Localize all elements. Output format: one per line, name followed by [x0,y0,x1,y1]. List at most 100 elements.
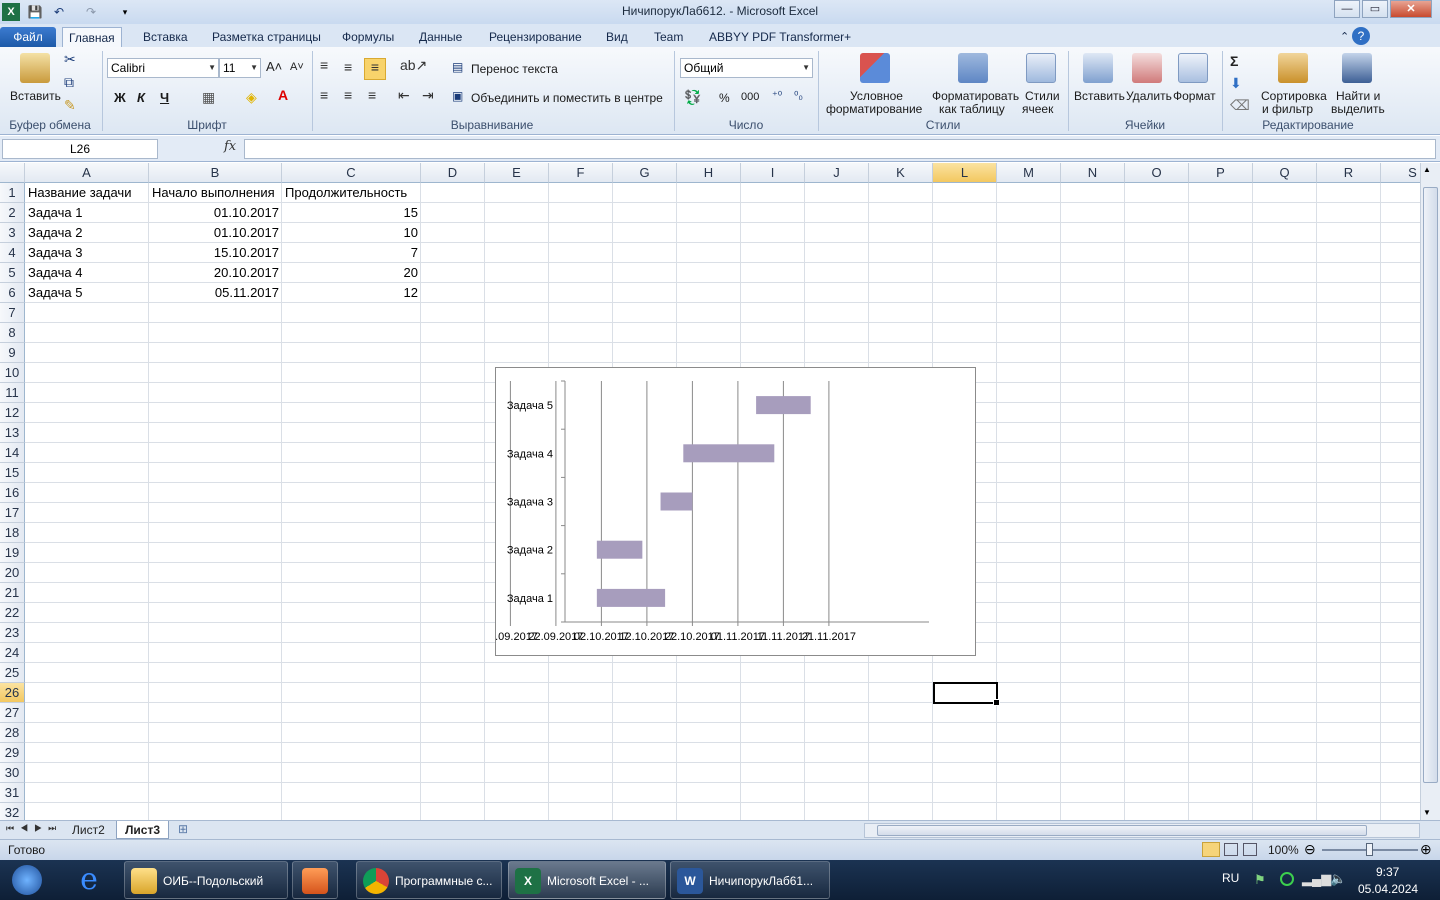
column-header-s[interactable]: S [1381,163,1420,183]
name-box[interactable]: L26 [2,139,158,159]
sheet-tab-list3[interactable]: Лист3 [116,821,170,839]
decrease-indent-icon[interactable]: ⇤ [398,87,410,104]
row-header-17[interactable]: 17 [0,503,25,523]
copy-icon[interactable]: ⧉ [64,74,74,91]
gantt-chart[interactable]: 02.09.201712.09.201722.09.201702.10.2017… [495,367,976,656]
normal-view-icon[interactable] [1202,842,1220,857]
row-header-16[interactable]: 16 [0,483,25,503]
format-cells-button[interactable]: Формат [1173,89,1216,103]
borders-icon[interactable]: ▦ [202,89,215,106]
column-header-r[interactable]: R [1317,163,1381,183]
taskbar-item-chrome[interactable]: Программные с... [356,861,502,899]
row-header-21[interactable]: 21 [0,583,25,603]
tab-review[interactable]: Рецензирование [483,27,588,47]
vertical-scrollbar[interactable]: ▲ ▼ [1420,163,1440,820]
delete-cells-icon[interactable] [1132,53,1162,83]
page-layout-view-icon[interactable] [1224,843,1238,856]
font-color-icon[interactable]: A [278,87,288,103]
antivirus-icon[interactable] [1280,872,1294,886]
align-left-icon[interactable]: ≡ [320,87,328,103]
page-break-view-icon[interactable] [1243,843,1257,856]
select-all-corner[interactable] [0,163,25,183]
row-header-31[interactable]: 31 [0,783,25,803]
tab-home[interactable]: Главная [62,27,122,47]
wrap-text-button[interactable]: Перенос текста [471,62,558,76]
horizontal-scroll-thumb[interactable] [877,825,1367,836]
vertical-scroll-thumb[interactable] [1423,187,1438,783]
underline-button[interactable]: Ч [160,90,169,105]
internet-explorer-icon[interactable]: e [72,864,106,896]
zoom-in-icon[interactable]: ⊕ [1420,841,1432,858]
column-header-h[interactable]: H [677,163,741,183]
row-header-13[interactable]: 13 [0,423,25,443]
taskbar-item-media[interactable] [292,861,338,899]
new-sheet-icon[interactable]: ⊞ [178,822,188,836]
start-button[interactable] [4,861,50,899]
row-header-10[interactable]: 10 [0,363,25,383]
taskbar-item-folder[interactable]: ОИБ--Подольский [124,861,288,899]
cell-b5[interactable]: 20.10.2017 [149,263,282,283]
merge-center-button[interactable]: Объединить и поместить в центре [471,91,663,105]
insert-cells-icon[interactable] [1083,53,1113,83]
cell-styles-label1[interactable]: Стили [1025,89,1060,103]
paste-button[interactable]: Вставить [10,89,61,103]
row-header-7[interactable]: 7 [0,303,25,323]
minimize-button[interactable]: — [1334,0,1360,18]
zoom-out-icon[interactable]: ⊖ [1304,841,1316,858]
selected-cell-L26[interactable] [933,682,1000,706]
format-as-table-label1[interactable]: Форматировать [932,89,1019,103]
italic-button[interactable]: К [137,90,145,105]
tab-abbyy[interactable]: ABBYY PDF Transformer+ [703,27,857,47]
clear-icon[interactable]: ⌫ [1230,97,1250,114]
formula-input[interactable] [244,139,1436,159]
column-header-a[interactable]: A [25,163,149,183]
cell-b1[interactable]: Начало выполнения [149,183,282,203]
column-header-c[interactable]: C [282,163,421,183]
fill-icon[interactable]: ⬇ [1230,75,1242,92]
sheet-tab-list2[interactable]: Лист2 [64,821,113,839]
align-bottom-icon[interactable]: ≡ [364,58,386,80]
column-header-d[interactable]: D [421,163,485,183]
network-icon[interactable]: ⚑ [1254,872,1266,888]
column-header-b[interactable]: B [149,163,282,183]
wrap-text-icon[interactable]: ▤ [452,60,463,74]
column-header-q[interactable]: Q [1253,163,1317,183]
cell-a6[interactable]: Задача 5 [25,283,149,303]
row-header-15[interactable]: 15 [0,463,25,483]
sheet-nav-icon[interactable]: ⏮◀▶⏭ [6,823,62,834]
tab-view[interactable]: Вид [600,27,634,47]
tab-data[interactable]: Данные [413,27,468,47]
tab-formulas[interactable]: Формулы [336,27,400,47]
sort-filter-label1[interactable]: Сортировка [1261,89,1327,103]
close-button[interactable]: ✕ [1390,0,1432,18]
column-header-p[interactable]: P [1189,163,1253,183]
cell-styles-icon[interactable] [1026,53,1056,83]
horizontal-scrollbar[interactable] [864,823,1420,838]
increase-indent-icon[interactable]: ⇥ [422,87,434,104]
cell-c2[interactable]: 15 [282,203,421,223]
column-header-l[interactable]: L [933,163,997,183]
row-header-28[interactable]: 28 [0,723,25,743]
decrease-decimal-icon[interactable]: ⁰₀ [794,89,803,102]
orientation-icon[interactable]: ab↗ [400,57,427,74]
align-top-icon[interactable]: ≡ [320,57,328,73]
cut-icon[interactable]: ✂ [64,51,76,68]
help-icon[interactable]: ? [1352,27,1370,45]
row-header-32[interactable]: 32 [0,803,25,820]
taskbar-item-word[interactable]: W НичипорукЛаб61... [670,861,830,899]
format-as-table-icon[interactable] [958,53,988,83]
column-header-k[interactable]: K [869,163,933,183]
delete-cells-button[interactable]: Удалить [1126,89,1172,103]
cell-c6[interactable]: 12 [282,283,421,303]
row-header-14[interactable]: 14 [0,443,25,463]
tab-file[interactable]: Файл [0,27,56,47]
conditional-formatting-icon[interactable] [860,53,890,83]
row-header-9[interactable]: 9 [0,343,25,363]
tab-team[interactable]: Team [648,27,689,47]
row-header-19[interactable]: 19 [0,543,25,563]
cell-c1[interactable]: Продолжительность [282,183,421,203]
row-header-30[interactable]: 30 [0,763,25,783]
row-header-18[interactable]: 18 [0,523,25,543]
row-header-5[interactable]: 5 [0,263,25,283]
format-as-table-label2[interactable]: как таблицу [939,102,1005,116]
